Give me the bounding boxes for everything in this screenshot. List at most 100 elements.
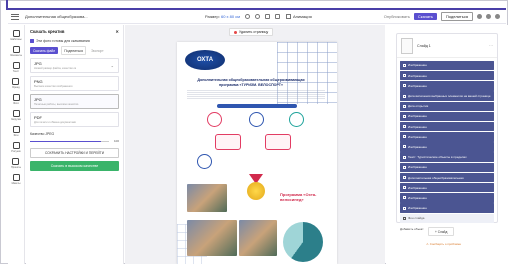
hamburger-menu-icon[interactable] — [11, 13, 19, 20]
right-toolbar: Опубликовать Скачать Поделиться — [384, 12, 500, 21]
avatar[interactable] — [495, 14, 500, 19]
quality-value: 100 — [113, 139, 119, 143]
download-button[interactable]: Скачать — [413, 13, 437, 20]
info-card[interactable] — [215, 134, 241, 150]
left-sidebar: Шаблоны Элементы Текст Бренд Фото Загрузки Фон… — [8, 25, 25, 264]
publish-button[interactable]: Опубликовать — [384, 14, 410, 19]
layer-row[interactable]: Дата открытия — [400, 101, 494, 111]
download-high-quality-button[interactable]: Скачать в высоком качестве — [30, 161, 119, 171]
top-toolbar: Дополнительная общеобразова... Размер: 6… — [8, 10, 506, 24]
animation-label: Анимация — [292, 14, 312, 19]
info-circle[interactable] — [207, 112, 222, 127]
canvas-area: Удалить страницу ОХТА Дополнительная общ… — [125, 25, 385, 264]
warning-icon: ⚠ — [426, 242, 429, 246]
close-icon[interactable]: ✕ — [115, 29, 119, 34]
animation-checkbox-icon[interactable] — [285, 14, 291, 19]
tab-download-file[interactable]: Скачать файл — [30, 47, 59, 54]
layer-row[interactable]: Изображение — [400, 70, 494, 81]
layer-row[interactable]: Дата включения выбранных элементов на ва… — [400, 91, 494, 101]
photo-image[interactable] — [187, 184, 227, 212]
layer-type-icon — [403, 145, 406, 149]
document-title[interactable]: Дополнительная общеобразова... — [25, 14, 125, 19]
info-circle[interactable] — [197, 154, 212, 169]
photo-image[interactable] — [187, 220, 237, 256]
animation-toggle[interactable]: Анимация — [285, 14, 312, 19]
layer-type-icon — [403, 84, 406, 88]
medal-image[interactable] — [247, 182, 265, 200]
info-circle[interactable] — [249, 112, 264, 127]
poster-body-text[interactable] — [187, 90, 325, 100]
sidebar-item[interactable]: Фон — [12, 126, 20, 137]
grid-icon[interactable] — [274, 14, 280, 19]
section-header-bar[interactable] — [217, 104, 297, 108]
sidebar-item[interactable]: Проекты — [11, 158, 21, 169]
sidebar-item[interactable]: Шаблоны — [10, 30, 22, 41]
layer-row[interactable]: Изображение — [400, 193, 494, 203]
download-panel: Скачать креатив ✕ Эти фото готовы для ск… — [26, 25, 124, 264]
program-badge[interactable]: Программа «Охта-велосипед» — [280, 192, 337, 202]
sidebar-item[interactable]: Фото — [12, 94, 20, 105]
tab-export[interactable]: Экспорт — [89, 47, 106, 54]
share-button[interactable]: Поделиться — [440, 12, 473, 21]
ready-checkbox-row[interactable]: Эти фото готовы для скачивания — [30, 39, 119, 43]
page-thumbnail[interactable] — [401, 37, 413, 54]
tab-share[interactable]: Поделиться — [61, 46, 86, 55]
redo-icon[interactable] — [254, 14, 260, 19]
sidebar-item[interactable]: Бренд — [12, 78, 20, 89]
chevron-up-icon[interactable]: ⌃ — [111, 65, 114, 70]
quality-slider[interactable]: 100 — [30, 139, 119, 143]
info-circle[interactable] — [289, 112, 304, 127]
format-name: PDF — [34, 115, 42, 120]
settings-icon[interactable] — [477, 14, 482, 19]
sidebar-item[interactable]: Загрузки — [11, 110, 21, 121]
layer-row[interactable]: Изображение — [400, 81, 494, 91]
help-icon[interactable] — [486, 14, 491, 19]
sidebar-item[interactable]: Текст — [12, 62, 20, 73]
checkbox-icon[interactable] — [30, 39, 34, 43]
layer-row[interactable]: Изображение — [400, 132, 494, 142]
layer-type-icon — [403, 74, 406, 78]
resize-control[interactable]: Размер: 60 x 80 см — [205, 14, 240, 19]
layer-label: Изображение — [408, 185, 427, 190]
format-option-jpg-print[interactable]: JPG Печатные работы, высокое качество — [30, 94, 119, 109]
format-option-pdf[interactable]: PDF Для печати и обмена документами — [30, 112, 119, 127]
sidebar-item[interactable]: Элементы — [10, 46, 22, 57]
poster-canvas[interactable]: ОХТА Дополнительная общеобразовательная … — [177, 42, 337, 264]
save-settings-button[interactable]: СОХРАНИТЬ НАСТРОЙКИ И ПЕРЕЙТИ — [30, 148, 119, 158]
poster-title[interactable]: Дополнительная общеобразовательная общер… — [191, 78, 311, 87]
layer-row[interactable]: Изображение — [400, 183, 494, 193]
delete-page-button[interactable]: Удалить страницу — [229, 28, 274, 36]
layer-row[interactable]: Изображение — [400, 142, 494, 152]
report-link[interactable]: ⚠ Сообщить о проблеме — [426, 242, 461, 246]
layer-label: Изображение — [408, 144, 427, 149]
sidebar-item[interactable]: Рисунок — [11, 142, 21, 153]
layer-row[interactable]: Фон слайда — [400, 213, 494, 223]
info-card[interactable] — [265, 134, 291, 150]
copy-icon[interactable] — [264, 14, 270, 19]
format-option-png[interactable]: PNG Высокое качество изображения — [30, 76, 119, 91]
layer-row[interactable]: Изображение — [400, 121, 494, 132]
layer-row[interactable]: Дополнительная общеобразовательная — [400, 172, 494, 183]
layer-label: Изображение — [408, 63, 427, 68]
layer-row[interactable]: Изображение — [400, 162, 494, 173]
resize-value[interactable]: 60 x 80 см — [221, 14, 240, 19]
layer-row[interactable]: Изображение — [400, 111, 494, 122]
sidebar-item-label: Фото — [13, 102, 19, 105]
layer-type-icon — [403, 94, 406, 98]
layer-page-header[interactable]: Слайд 1 ··· — [397, 34, 497, 58]
format-option-jpg[interactable]: JPG Низкий размер файла, качество ок ⌃ — [30, 58, 119, 73]
layer-label: Изображение — [408, 206, 427, 211]
pie-graphic[interactable] — [283, 222, 323, 262]
add-slide-button[interactable]: + Слайд — [428, 227, 455, 236]
more-icon[interactable]: ··· — [489, 43, 493, 48]
layer-label: Изображение — [408, 195, 427, 200]
layer-row[interactable]: Изображение — [400, 203, 494, 213]
layer-row[interactable]: Изображение — [400, 60, 494, 71]
okhta-logo[interactable]: ОХТА — [185, 50, 225, 70]
sidebar-item[interactable]: Макеты — [12, 174, 20, 185]
undo-icon[interactable] — [244, 14, 250, 19]
layer-row[interactable]: Текст: Туристические объекты в пределах — [400, 152, 494, 162]
sidebar-item-label: Проекты — [10, 166, 22, 169]
sidebar-item-label: Рисунок — [11, 150, 21, 153]
photo-image[interactable] — [239, 220, 277, 256]
